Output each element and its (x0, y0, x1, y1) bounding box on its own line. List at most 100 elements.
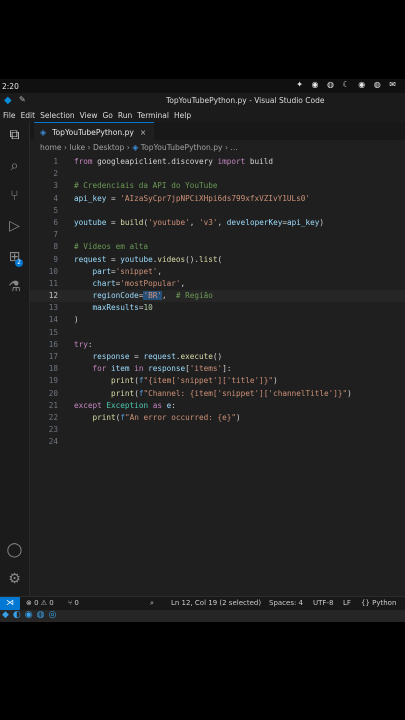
code-token: () (212, 352, 223, 361)
code-line[interactable]: 13 maxResults=10 (30, 302, 405, 314)
code-token: , (161, 291, 176, 301)
code-token: api_key (286, 217, 320, 227)
code-line[interactable]: 19 print(f"{item['snippet']['title']}") (30, 375, 405, 387)
code-line[interactable]: 14) (30, 314, 405, 326)
menu-run[interactable]: Run (118, 111, 132, 120)
code-token: build (245, 157, 274, 166)
language-mode[interactable]: {} Python (361, 599, 396, 607)
code-line[interactable]: 12 regionCode='BR', # Região (30, 290, 405, 303)
menu-selection[interactable]: Selection (40, 111, 75, 120)
code-line[interactable]: 15 (30, 327, 405, 339)
breadcrumb-item[interactable]: ... (230, 143, 237, 152)
line-number: 1 (53, 157, 58, 166)
menu-file[interactable]: File (3, 111, 16, 120)
remote-indicator[interactable]: ⋊ (0, 597, 20, 611)
python-file-icon: ◈ (132, 143, 139, 152)
breadcrumb: home › luke › Desktop › ◈ TopYouTubePyth… (40, 143, 238, 152)
tab-close-icon[interactable]: × (140, 128, 146, 137)
testing-icon[interactable]: ⚗ (6, 279, 23, 296)
code-line[interactable]: 20 print(f"Channel: {item['snippet']['ch… (30, 388, 405, 400)
indentation[interactable]: Spaces: 4 (269, 599, 303, 607)
code-token: except (74, 400, 102, 410)
line-number: 11 (48, 278, 58, 288)
code-token: = (106, 217, 121, 227)
line-number: 6 (53, 217, 58, 227)
code-line[interactable]: 18 for item in response['items']: (30, 363, 405, 375)
breadcrumb-item[interactable]: TopYouTubePython.py (141, 143, 223, 152)
code-token: as (152, 400, 162, 410)
activity-bar: ⧉ ⌕ ⑂ ▷ ⊞ 2 ⚗ ◯ ⚙ (0, 122, 30, 596)
code-line[interactable]: 6 youtube = build('youtube', 'v3', develo… (30, 217, 405, 229)
editor-group: ◈ TopYouTubePython.py × home › luke › De… (30, 122, 405, 596)
code-line[interactable]: 5 (30, 205, 405, 217)
end-of-line[interactable]: LF (343, 599, 351, 607)
code-text: for item in response['items']: (74, 363, 232, 375)
code-line[interactable]: 11 chart='mostPopular', (30, 278, 405, 290)
code-token: developerKey (226, 217, 283, 227)
run-debug-icon[interactable]: ▷ (6, 218, 23, 235)
breadcrumb-item[interactable]: home (40, 143, 62, 152)
tab-topyoutubepython[interactable]: ◈ TopYouTubePython.py × (34, 122, 155, 141)
menu-edit[interactable]: Edit (21, 111, 36, 120)
code-line[interactable]: 8 # Vídeos em alta (30, 241, 405, 253)
code-line[interactable]: 4 api_key = 'AIzaSyCpr7jpNPCiXHpi6ds799xf… (30, 193, 405, 205)
line-number: 13 (48, 303, 58, 313)
code-text: except Exception as e: (74, 400, 176, 412)
cursor-position[interactable]: Ln 12, Col 19 (2 selected) (171, 599, 261, 607)
code-line[interactable]: 24 (30, 436, 405, 448)
settings-gear-icon[interactable]: ⚙ (6, 571, 23, 588)
line-number: 3 (53, 181, 58, 191)
encoding[interactable]: UTF-8 (313, 599, 333, 607)
code-token: ]: (222, 364, 232, 374)
menu-help[interactable]: Help (174, 111, 191, 120)
breadcrumb-item[interactable]: Desktop (93, 143, 124, 152)
code-token: 'mostPopular' (120, 278, 181, 288)
explorer-icon[interactable]: ⧉ (6, 127, 23, 144)
code-line[interactable]: 23 (30, 424, 405, 436)
code-line[interactable]: 3 # Credenciais da API do YouTube (30, 180, 405, 192)
code-token: ) (236, 412, 241, 422)
code-token: try (74, 339, 88, 349)
code-line[interactable]: 16 try: (30, 339, 405, 351)
line-number: 15 (48, 327, 58, 337)
menu-terminal[interactable]: Terminal (137, 111, 169, 120)
window-title: TopYouTubePython.py - Visual Studio Code (166, 96, 325, 105)
source-control-icon[interactable]: ⑂ (6, 188, 23, 205)
code-line[interactable]: 17 response = request.execute() (30, 351, 405, 363)
code-editor[interactable]: 1 from googleapiclient.discovery import b… (30, 156, 405, 449)
code-line[interactable]: 10 part='snippet', (30, 266, 405, 278)
code-text: from googleapiclient.discovery import bu… (74, 156, 273, 168)
code-line[interactable]: 9 request = youtube.videos().list( (30, 254, 405, 266)
code-token: 'BR' (143, 291, 162, 301)
problems-indicator[interactable]: ⊗ 0 ⚠ 0 (26, 599, 54, 607)
code-line[interactable]: 2 (30, 168, 405, 180)
code-token: youtube (120, 254, 153, 264)
code-token: from (74, 157, 93, 166)
zoom-icon[interactable]: ⌕ (150, 599, 154, 608)
ports-indicator[interactable]: ⑂ 0 (68, 599, 79, 607)
line-number: 9 (53, 254, 58, 264)
line-number: 5 (53, 205, 58, 215)
taskbar-app-icons[interactable]: ◆◐◉◍◎ (2, 610, 60, 620)
code-token: ( (217, 254, 223, 264)
code-text: maxResults=10 (74, 302, 153, 314)
code-token: api_key (74, 193, 107, 203)
pin-icon[interactable]: ✎ (19, 95, 26, 104)
code-line[interactable]: 22 print(f"An error occurred: {e}") (30, 412, 405, 424)
code-token: (). (185, 254, 200, 264)
code-line[interactable]: 1 from googleapiclient.discovery import b… (30, 156, 405, 168)
menu-go[interactable]: Go (102, 111, 112, 120)
account-icon[interactable]: ◯ (6, 542, 23, 559)
line-number: 10 (48, 266, 58, 276)
line-number: 16 (48, 339, 58, 349)
code-line[interactable]: 7 (30, 229, 405, 241)
menu-view[interactable]: View (80, 111, 98, 120)
line-number: 17 (48, 352, 58, 361)
code-line[interactable]: 21 except Exception as e: (30, 400, 405, 412)
search-icon[interactable]: ⌕ (6, 158, 23, 175)
code-text: try: (74, 339, 93, 351)
code-token: , (189, 217, 200, 227)
breadcrumb-item[interactable]: luke (69, 143, 85, 152)
